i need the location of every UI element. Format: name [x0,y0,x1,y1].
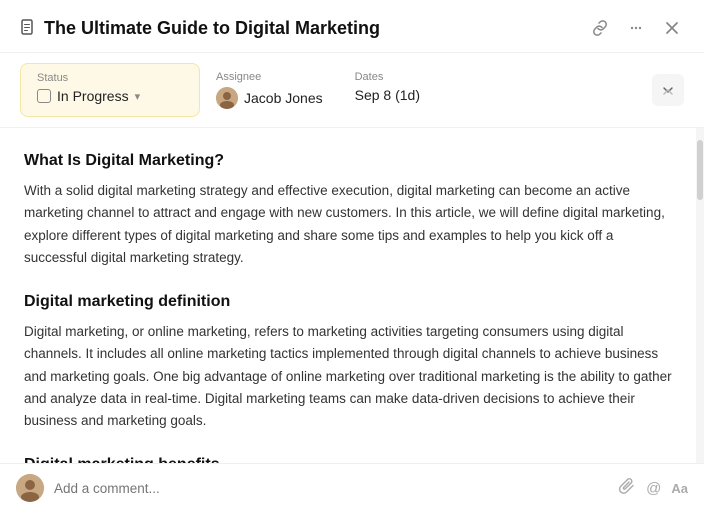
comment-actions: @ Aa [618,477,688,500]
meta-bar: Status In Progress ▾ Assignee Jacob Jone… [0,53,704,128]
header-left: The Ultimate Guide to Digital Marketing [20,18,380,39]
mention-icon[interactable]: @ [646,480,661,497]
status-checkbox [37,89,51,103]
dates-field[interactable]: Dates Sep 8 (1d) [339,63,459,117]
comment-avatar [16,474,44,502]
section2-heading: Digital marketing definition [24,293,672,311]
assignee-field[interactable]: Assignee Jacob Jones [200,63,339,117]
status-label: Status [37,72,183,84]
section3-heading: Digital marketing benefits [24,456,672,463]
format-icon[interactable]: Aa [671,481,688,496]
header-icons [588,16,684,40]
modal-header: The Ultimate Guide to Digital Marketing [0,0,704,53]
close-icon[interactable] [660,16,684,40]
collapse-button[interactable] [652,74,684,106]
content-wrapper: What Is Digital Marketing? With a solid … [0,128,704,463]
page-title: The Ultimate Guide to Digital Marketing [44,18,380,39]
more-options-icon[interactable] [624,16,648,40]
comment-input[interactable] [54,481,608,496]
content-body: What Is Digital Marketing? With a solid … [0,128,696,463]
avatar [216,87,238,109]
assignee-name: Jacob Jones [244,90,323,106]
attachment-icon[interactable] [618,477,636,500]
modal-container: The Ultimate Guide to Digital Marketing [0,0,704,512]
dates-label: Dates [355,71,443,83]
document-icon [20,19,36,38]
dates-value: Sep 8 (1d) [355,87,443,103]
link-icon[interactable] [588,16,612,40]
status-value[interactable]: In Progress ▾ [37,88,183,104]
scrollbar-thumb[interactable] [697,140,703,200]
assignee-label: Assignee [216,71,323,83]
scrollbar-track[interactable] [696,128,704,463]
comment-bar: @ Aa [0,463,704,512]
chevron-down-icon: ▾ [135,90,141,103]
dates-text: Sep 8 (1d) [355,87,420,103]
section2-text: Digital marketing, or online marketing, … [24,321,672,432]
assignee-value: Jacob Jones [216,87,323,109]
status-field[interactable]: Status In Progress ▾ [20,63,200,117]
status-text: In Progress [57,88,129,104]
section1-heading: What Is Digital Marketing? [24,152,672,170]
section1-text: With a solid digital marketing strategy … [24,180,672,269]
